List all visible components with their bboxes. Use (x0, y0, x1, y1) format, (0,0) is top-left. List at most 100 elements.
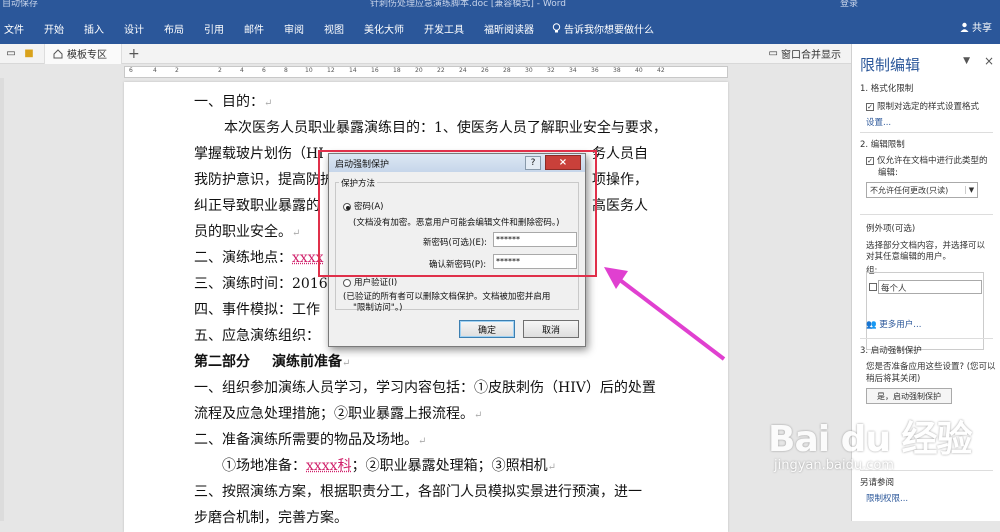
ribbon: 文件 开始 插入 设计 布局 引用 邮件 审阅 视图 美化大师 开发工具 福昕阅… (0, 8, 1000, 44)
ruler-tick: 24 (459, 67, 467, 74)
ruler-tick: 6 (129, 67, 133, 74)
ruler-tick: 26 (481, 67, 489, 74)
ruler-tick: 16 (371, 67, 379, 74)
doc-line: 我防护意识，提高防护 项操作， (194, 172, 648, 188)
formatting-settings-link[interactable]: 设置... (866, 116, 891, 128)
exceptions-heading: 例外项(可选) (866, 224, 916, 234)
ruler-tick: 2 (175, 67, 179, 74)
formatting-checkbox[interactable]: ✓ 限制对选定的样式设置格式 (866, 100, 979, 112)
tab-beautify[interactable]: 美化大师 (354, 21, 414, 36)
editing-type-select[interactable]: 不允许任何更改(只读) ▼ (866, 182, 978, 198)
tab-developer[interactable]: 开发工具 (414, 21, 474, 36)
annotation-arrow (604, 267, 726, 361)
divider (860, 214, 993, 215)
user-auth-note-2: "限制访问"。) (353, 303, 403, 313)
ruler-tick: 4 (153, 67, 157, 74)
page-icon[interactable]: ▭ (4, 47, 18, 61)
horizontal-ruler[interactable]: 6 4 2 2 4 6 8 10 12 14 16 18 20 22 24 26… (124, 66, 728, 78)
ruler-tick: 6 (262, 67, 266, 74)
folder-icon[interactable]: ■ (22, 47, 36, 61)
ruler-tick: 4 (240, 67, 244, 74)
chevron-down-icon: ▼ (965, 186, 977, 194)
ruler-tick: 8 (284, 67, 288, 74)
document-tab-bar: ▭ ■ 模板专区 + ▭ 窗口合并显示 (0, 43, 851, 64)
doc-line: ①场地准备：xxxx科；②职业暴露处理箱；③照相机↵ (222, 458, 556, 474)
user-auth-radio[interactable]: 用户验证(I) (343, 276, 397, 288)
ok-button[interactable]: 确定 (459, 320, 515, 338)
checkbox-icon (869, 282, 877, 291)
doc-line: 流程及应急处理措施；②职业暴露上报流程。↵ (194, 406, 483, 422)
ruler-tick: 40 (635, 67, 643, 74)
home-icon (53, 48, 63, 58)
section-editing: 2. 编辑限制 (860, 140, 905, 150)
lightbulb-icon (552, 22, 561, 32)
template-tab-label: 模板专区 (67, 50, 107, 61)
tab-references[interactable]: 引用 (194, 21, 234, 36)
ruler-tick: 20 (415, 67, 423, 74)
tab-mailings[interactable]: 邮件 (234, 21, 274, 36)
tell-me-text: 告诉我你想要做什么 (564, 24, 654, 36)
ruler-tick: 18 (393, 67, 401, 74)
ruler-tick: 14 (349, 67, 357, 74)
watermark-brand: Bai du 经验 (768, 419, 973, 460)
ruler-tick: 42 (657, 67, 665, 74)
doc-line: 二、准备演练所需要的物品及场地。↵ (194, 432, 427, 448)
doc-line: 掌握载玻片划伤（HI 务人员自 (194, 146, 648, 162)
tab-foxit[interactable]: 福昕阅读器 (474, 21, 544, 36)
doc-line: 第二部分 演练前准备↵ (194, 354, 351, 370)
share-button[interactable]: 共享 (960, 19, 992, 34)
doc-line: 二、演练地点：xxxx (194, 250, 324, 266)
section-enforcement: 3. 启动强制保护 (860, 346, 922, 356)
cancel-button[interactable]: 取消 (523, 320, 579, 338)
pane-title: 限制编辑 (860, 56, 921, 74)
ruler-tick: 28 (503, 67, 511, 74)
tab-layout[interactable]: 布局 (154, 21, 194, 36)
ruler-tick: 12 (327, 67, 335, 74)
title-bar: 自动保存 针刺伤处理应急演练脚本.doc [兼容模式] - Word 登录 (0, 0, 1000, 8)
ruler-tick: 32 (547, 67, 555, 74)
merge-windows-button[interactable]: ▭ 窗口合并显示 (769, 46, 841, 61)
tab-design[interactable]: 设计 (114, 21, 154, 36)
person-icon (960, 22, 969, 32)
tab-home[interactable]: 开始 (34, 21, 74, 36)
pane-options-dropdown[interactable]: ▼ (963, 56, 970, 66)
ruler-tick: 2 (218, 67, 222, 74)
new-tab-button[interactable]: + (128, 46, 140, 62)
editing-checkbox[interactable]: ✓ 仅允许在文档中进行此类型的 (866, 154, 988, 166)
tab-view[interactable]: 视图 (314, 21, 354, 36)
section-formatting: 1. 格式化限制 (860, 84, 914, 94)
check-icon: ✓ (866, 102, 874, 111)
doc-line: 员的职业安全。↵ (194, 224, 301, 240)
window-title: 针刺伤处理应急演练脚本.doc [兼容模式] - Word (370, 0, 567, 8)
also-see-heading: 另请参阅 (860, 478, 895, 488)
more-users-link[interactable]: 👥 更多用户... (866, 318, 921, 330)
highlight-box (318, 150, 597, 277)
enforcement-question: 您是否准备应用这些设置? (您可以 (866, 362, 996, 372)
ruler-tick: 34 (569, 67, 577, 74)
divider (860, 338, 993, 339)
share-label: 共享 (972, 23, 992, 34)
autosave-label[interactable]: 自动保存 (2, 0, 38, 8)
merge-windows-label: 窗口合并显示 (781, 50, 841, 61)
tell-me-box[interactable]: 告诉我你想要做什么 (544, 21, 664, 36)
ruler-tick: 10 (305, 67, 313, 74)
exceptions-desc-2: 对其任意编辑的用户。 (866, 252, 952, 262)
window-icon: ▭ (768, 48, 778, 59)
radio-unselected-icon (343, 278, 351, 287)
tab-file[interactable]: 文件 (0, 21, 34, 36)
vertical-ruler (0, 78, 4, 521)
enforcement-question-2: 稍后将其关闭) (866, 374, 921, 384)
tab-insert[interactable]: 插入 (74, 21, 114, 36)
editing-checkbox-label-2: 编辑: (878, 168, 898, 178)
template-tab[interactable]: 模板专区 (44, 43, 122, 64)
ruler-tick: 30 (525, 67, 533, 74)
doc-line: 纠正导致职业暴露的 高医务人 (194, 198, 648, 214)
restrict-permission-link[interactable]: 限制权限... (866, 492, 908, 504)
start-enforcing-button[interactable]: 是，启动强制保护 (866, 388, 952, 404)
pane-close-button[interactable]: × (984, 54, 994, 68)
check-icon: ✓ (866, 156, 874, 165)
tab-review[interactable]: 审阅 (274, 21, 314, 36)
sign-in-link[interactable]: 登录 (840, 0, 858, 8)
divider (860, 132, 993, 133)
doc-line: 本次医务人员职业暴露演练目的：1、使医务人员了解职业安全与要求， (224, 120, 667, 136)
